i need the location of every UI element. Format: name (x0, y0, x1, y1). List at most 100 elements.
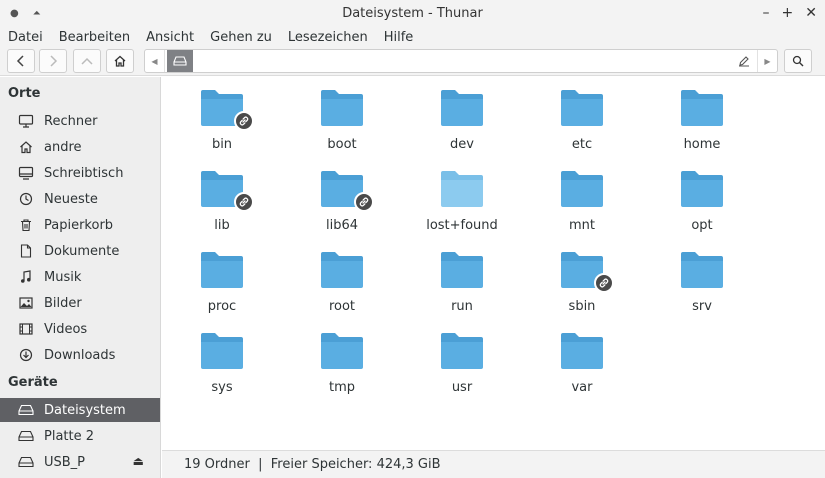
shade-icon[interactable]: ⏶ (33, 8, 41, 19)
folder-item[interactable]: lost+found (402, 158, 522, 236)
sidebar-item-rechner[interactable]: Rechner (0, 109, 160, 133)
path-scroll-left[interactable]: ◀ (145, 50, 165, 72)
folder-item[interactable]: opt (642, 158, 762, 236)
menu-bearbeiten[interactable]: Bearbeiten (59, 30, 138, 45)
sidebar-item-label: Papierkorb (44, 217, 114, 233)
sidebar-item-neueste[interactable]: Neueste (0, 187, 160, 211)
folder-item[interactable]: srv (642, 239, 762, 317)
folder-name: srv (692, 299, 712, 314)
folder-item[interactable]: proc (162, 239, 282, 317)
folder-item[interactable]: sbin (522, 239, 642, 317)
folder-name: usr (451, 380, 473, 395)
sidebar-item-label: Dateisystem (44, 402, 126, 418)
menu-ansicht[interactable]: Ansicht (146, 30, 202, 45)
folder-icon (561, 171, 603, 207)
folder-name: lib (214, 218, 230, 233)
title-bar: ● ⏶ Dateisystem - Thunar – + ✕ (0, 0, 825, 26)
video-icon (17, 320, 35, 338)
home-button[interactable] (106, 49, 134, 73)
sidebar-item-platte-2[interactable]: Platte 2 (0, 424, 160, 448)
maximize-icon[interactable]: + (782, 5, 794, 21)
drive-icon (17, 453, 35, 471)
folder-name: run (451, 299, 473, 314)
menu-gehen-zu[interactable]: Gehen zu (210, 30, 280, 45)
sidebar-item-andre[interactable]: andre (0, 135, 160, 159)
folder-name: tmp (328, 380, 355, 395)
folder-item[interactable]: etc (522, 77, 642, 155)
menu-datei[interactable]: Datei (8, 30, 51, 45)
back-button[interactable] (7, 49, 35, 73)
folder-icon (681, 171, 723, 207)
folder-item[interactable]: tmp (282, 320, 402, 398)
sidebar-section-geraete: Geräte (8, 375, 58, 390)
sidebar-item-label: Neueste (44, 191, 98, 207)
chevron-left-icon (16, 55, 24, 67)
folder-icon (201, 333, 243, 369)
folder-name: lib64 (325, 218, 359, 233)
folder-item[interactable]: run (402, 239, 522, 317)
folder-icon (321, 252, 363, 288)
sidebar-item-label: Platte 2 (44, 428, 95, 444)
folder-item[interactable]: var (522, 320, 642, 398)
computer-icon (17, 112, 35, 130)
sidebar-item-papierkorb[interactable]: Papierkorb (0, 213, 160, 237)
folder-item[interactable]: lib64 (282, 158, 402, 236)
sidebar-item-label: Dokumente (44, 243, 120, 259)
sidebar-item-label: USB_P (44, 454, 86, 470)
sidebar-item-label: Downloads (44, 347, 116, 363)
path-segment-root[interactable] (167, 50, 193, 72)
folder-name: sys (211, 380, 233, 395)
sidebar-item-label: andre (44, 139, 82, 155)
folder-name: proc (207, 299, 237, 314)
folder-icon (441, 90, 483, 126)
folder-name: var (571, 380, 593, 395)
sidebar-item-videos[interactable]: Videos (0, 317, 160, 341)
search-button[interactable] (784, 49, 812, 73)
sidebar-item-dateisystem[interactable]: Dateisystem (0, 398, 160, 422)
home-icon (17, 138, 35, 156)
folder-item[interactable]: mnt (522, 158, 642, 236)
sidebar-section-orte: Orte (8, 86, 41, 101)
menu-hilfe[interactable]: Hilfe (384, 30, 422, 45)
folder-icon (201, 252, 243, 288)
folder-item[interactable]: usr (402, 320, 522, 398)
sidebar-item-bilder[interactable]: Bilder (0, 291, 160, 315)
sidebar-item-label: Bilder (44, 295, 82, 311)
path-bar: ◀ ▶ (144, 49, 778, 73)
folder-name: opt (691, 218, 713, 233)
folder-icon (561, 333, 603, 369)
folder-name: etc (571, 137, 593, 152)
folder-item[interactable]: home (642, 77, 762, 155)
menu-lesezeichen[interactable]: Lesezeichen (288, 30, 376, 45)
folder-icon (441, 171, 483, 207)
sidebar-item-label: Schreibtisch (44, 165, 124, 181)
sidebar-item-downloads[interactable]: Downloads (0, 343, 160, 367)
sidebar-item-dokumente[interactable]: Dokumente (0, 239, 160, 263)
sidebar-item-musik[interactable]: Musik (0, 265, 160, 289)
sidebar-item-usb-p[interactable]: USB_P ⏏ (0, 450, 160, 474)
forward-button[interactable] (39, 49, 67, 73)
sidebar: Orte Rechner andre Schreibtisch Neueste … (0, 77, 161, 478)
folder-item[interactable]: dev (402, 77, 522, 155)
drive-icon (173, 56, 187, 66)
folder-item[interactable]: root (282, 239, 402, 317)
folder-item[interactable]: lib (162, 158, 282, 236)
close-icon[interactable]: ✕ (805, 5, 817, 21)
document-icon (17, 242, 35, 260)
path-scroll-right[interactable]: ▶ (757, 50, 777, 72)
window-menu-icon[interactable]: ● (10, 8, 19, 19)
edit-location-button[interactable] (733, 50, 755, 72)
eject-icon[interactable]: ⏏ (133, 454, 144, 468)
folder-item[interactable]: sys (162, 320, 282, 398)
folder-icon (321, 90, 363, 126)
folder-icon (441, 333, 483, 369)
drive-icon (17, 427, 35, 445)
trash-icon (17, 216, 35, 234)
up-button[interactable] (73, 49, 101, 73)
symlink-badge-icon (234, 111, 254, 131)
folder-item[interactable]: boot (282, 77, 402, 155)
toolbar: ◀ ▶ (0, 48, 825, 76)
folder-item[interactable]: bin (162, 77, 282, 155)
sidebar-item-schreibtisch[interactable]: Schreibtisch (0, 161, 160, 185)
minimize-icon[interactable]: – (763, 5, 770, 21)
